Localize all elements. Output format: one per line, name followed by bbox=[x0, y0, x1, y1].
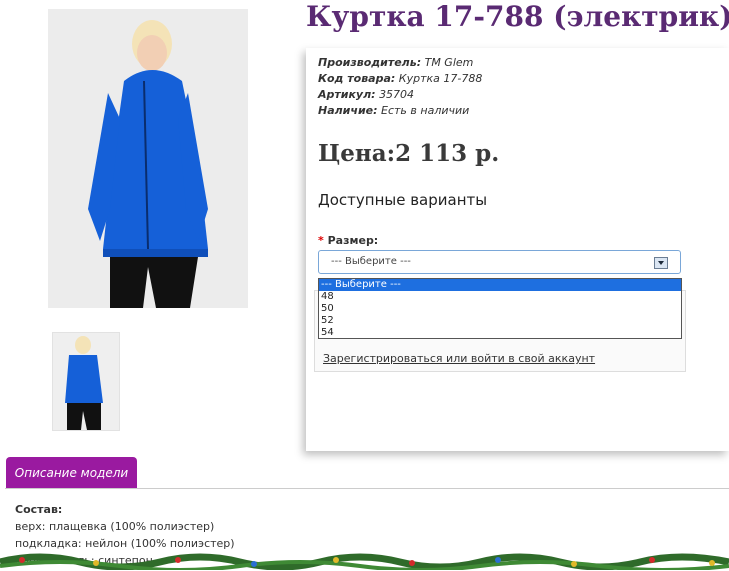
article-row: Артикул: 35704 bbox=[318, 87, 482, 103]
size-option-54[interactable]: 54 bbox=[319, 327, 681, 339]
product-thumbnail[interactable] bbox=[52, 332, 120, 431]
article-label: Артикул: bbox=[318, 88, 376, 101]
required-mark: * bbox=[318, 234, 324, 247]
product-info-card: Производитель: TM Glem Код товара: Куртк… bbox=[306, 48, 729, 451]
chevron-down-icon[interactable] bbox=[654, 257, 668, 269]
manufacturer-row: Производитель: TM Glem bbox=[318, 55, 482, 71]
size-label-text: Размер: bbox=[327, 234, 379, 247]
product-title: Куртка 17-788 (электрик) bbox=[306, 0, 729, 33]
size-select-value: --- Выберите --- bbox=[331, 256, 411, 267]
availability-row: Наличие: Есть в наличии bbox=[318, 103, 482, 119]
article-value: 35704 bbox=[379, 88, 415, 101]
variants-heading: Доступные варианты bbox=[318, 191, 488, 209]
garland-illustration bbox=[0, 553, 729, 570]
size-option-50[interactable]: 50 bbox=[319, 303, 681, 315]
product-code-label: Код товара: bbox=[318, 72, 396, 85]
price: Цена:2 113 р. bbox=[318, 140, 500, 167]
size-label: * Размер: bbox=[318, 234, 378, 247]
size-option-placeholder[interactable]: --- Выберите --- bbox=[319, 279, 681, 291]
product-meta: Производитель: TM Glem Код товара: Куртк… bbox=[318, 55, 482, 119]
tab-description[interactable]: Описание модели bbox=[6, 457, 137, 490]
product-main-image[interactable] bbox=[48, 9, 248, 308]
size-option-52[interactable]: 52 bbox=[319, 315, 681, 327]
register-login-link[interactable]: Зарегистрироваться или войти в свой акка… bbox=[323, 352, 595, 365]
manufacturer-value: TM Glem bbox=[424, 56, 474, 69]
jacket-thumbnail-illustration bbox=[53, 333, 119, 430]
product-code-row: Код товара: Куртка 17-788 bbox=[318, 71, 482, 87]
composition-label: Состав: bbox=[15, 503, 63, 516]
decorative-garland bbox=[0, 548, 729, 570]
manufacturer-label: Производитель: bbox=[318, 56, 422, 69]
description-line: верх: плащевка (100% полиэстер) bbox=[15, 520, 215, 533]
availability-label: Наличие: bbox=[318, 104, 378, 117]
jacket-photo-illustration bbox=[48, 9, 248, 308]
size-dropdown-list: --- Выберите --- 48 50 52 54 bbox=[318, 278, 682, 339]
product-code-value: Куртка 17-788 bbox=[398, 72, 483, 85]
size-option-48[interactable]: 48 bbox=[319, 291, 681, 303]
size-select[interactable]: --- Выберите --- bbox=[318, 250, 681, 274]
availability-value: Есть в наличии bbox=[381, 104, 470, 117]
